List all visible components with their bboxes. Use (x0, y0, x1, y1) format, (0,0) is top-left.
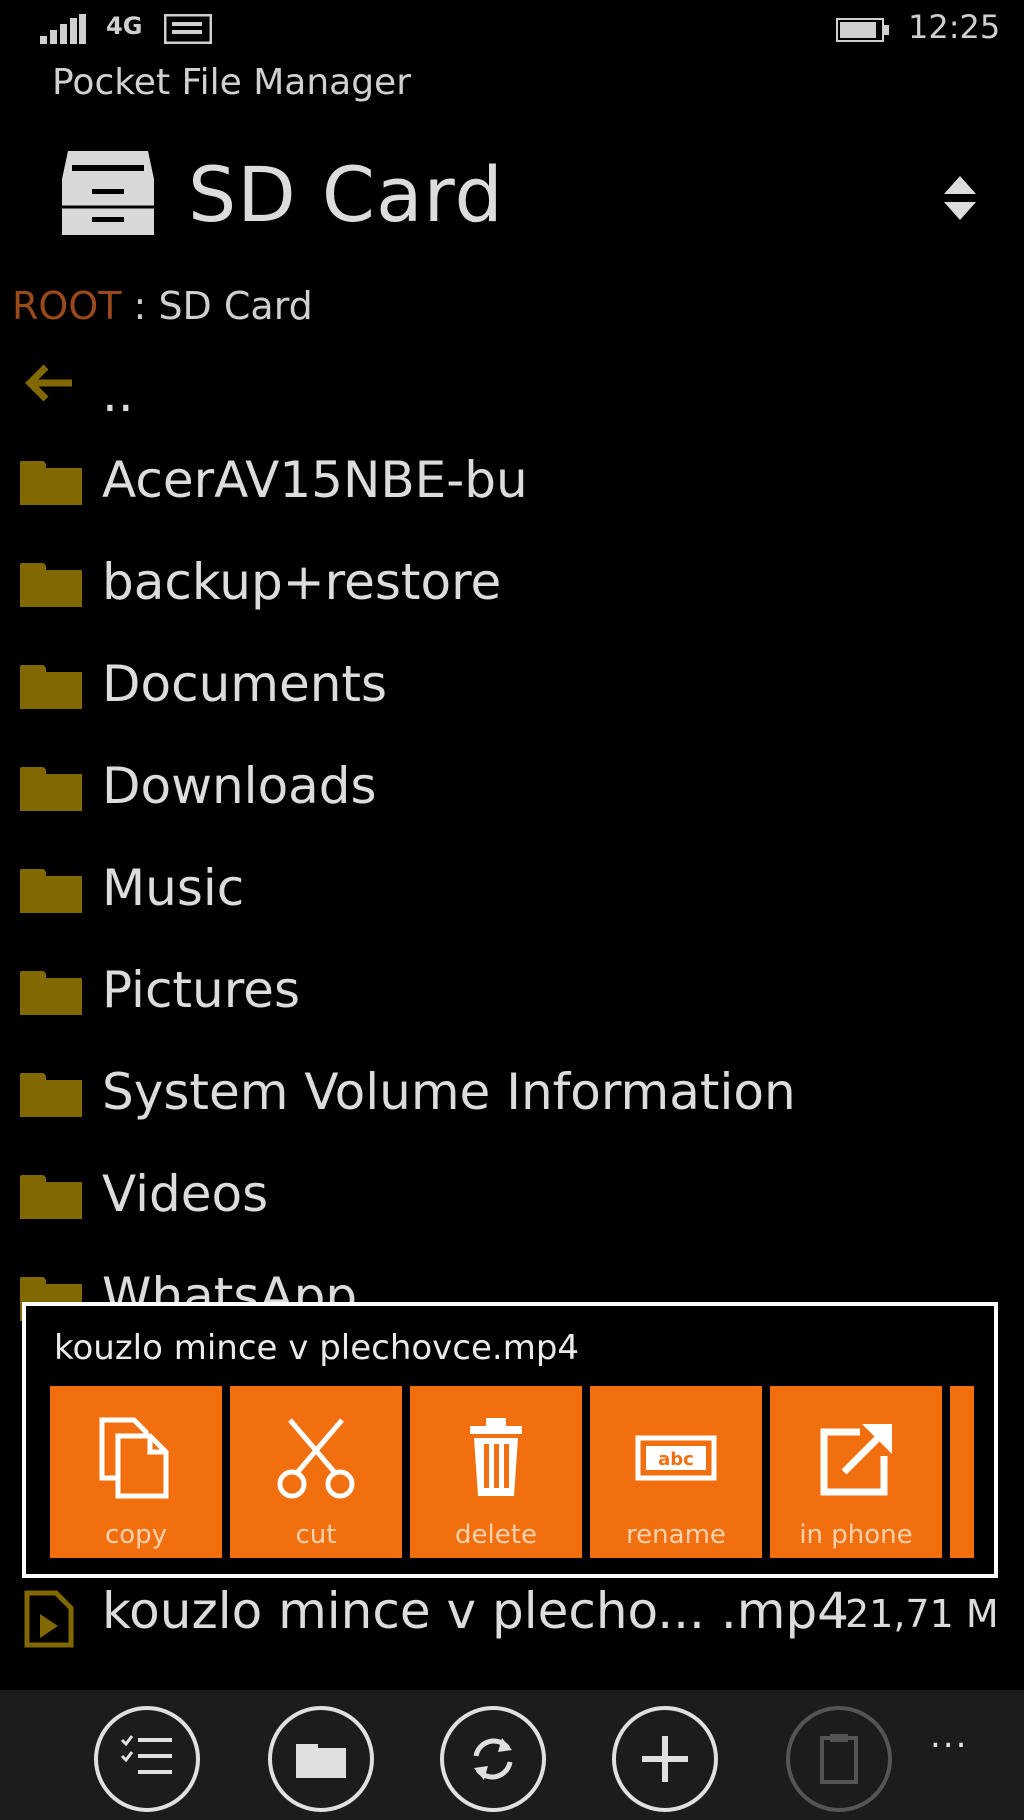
list-item-up[interactable]: .. (0, 345, 1024, 447)
folder-icon (20, 869, 82, 913)
list-item-folder[interactable]: Videos (0, 1151, 1024, 1253)
folder-icon (20, 1175, 82, 1219)
status-bar: 4G 12:25 (0, 0, 1024, 60)
list-item-label: .. (102, 365, 134, 423)
more-actions-partial[interactable] (950, 1386, 974, 1558)
list-item-label: Videos (102, 1165, 269, 1223)
action-label: rename (626, 1520, 726, 1550)
message-icon (164, 14, 212, 44)
app-title: Pocket File Manager (52, 62, 411, 103)
folder-icon (20, 971, 82, 1015)
context-menu-title: kouzlo mince v plechovce.mp4 (54, 1328, 580, 1368)
video-file-icon (24, 1590, 74, 1648)
list-item-folder[interactable]: AcerAV15NBE-bu (0, 437, 1024, 539)
file-size: 21,71 M (845, 1592, 999, 1636)
breadcrumb-root[interactable]: ROOT (12, 284, 121, 328)
breadcrumb: ROOT : SD Card (12, 284, 313, 328)
add-icon (642, 1736, 688, 1782)
app-bar: ... (0, 1690, 1024, 1820)
add-button[interactable] (612, 1706, 718, 1812)
open-in-phone-button[interactable]: in phone (770, 1386, 942, 1558)
folder-icon (20, 563, 82, 607)
new-folder-button[interactable] (268, 1706, 374, 1812)
list-item-folder[interactable]: Downloads (0, 743, 1024, 845)
scissors-icon (277, 1418, 355, 1499)
folder-icon (296, 1744, 346, 1778)
list-item-label: AcerAV15NBE-bu (102, 451, 528, 509)
clock: 12:25 (908, 8, 1001, 46)
context-menu: kouzlo mince v plechovce.mp4 copy cut de… (22, 1302, 998, 1578)
list-item-label: backup+restore (102, 553, 502, 611)
trash-icon (470, 1418, 522, 1496)
list-item-folder[interactable]: Pictures (0, 947, 1024, 1049)
cut-button[interactable]: cut (230, 1386, 402, 1558)
breadcrumb-path: SD Card (158, 284, 313, 328)
rename-icon: abc (635, 1435, 717, 1481)
svg-text:abc: abc (658, 1449, 694, 1470)
signal-icon (40, 14, 86, 44)
battery-icon (836, 18, 889, 42)
refresh-icon (473, 1738, 513, 1780)
select-list-button[interactable] (94, 1706, 200, 1812)
list-item-label: Music (102, 859, 245, 917)
list-item-folder[interactable]: Music (0, 845, 1024, 947)
paste-button[interactable] (786, 1706, 892, 1812)
copy-button[interactable]: copy (50, 1386, 222, 1558)
context-menu-actions: copy cut delete abc rename in phone (50, 1386, 974, 1558)
action-label: cut (295, 1520, 337, 1550)
folder-icon (20, 665, 82, 709)
list-item-label: System Volume Information (102, 1063, 796, 1121)
list-item-folder[interactable]: Documents (0, 641, 1024, 743)
network-type: 4G (106, 12, 143, 40)
delete-button[interactable]: delete (410, 1386, 582, 1558)
list-item-label: Downloads (102, 757, 377, 815)
file-name[interactable]: kouzlo mince v plecho... .mp4 (102, 1582, 849, 1640)
rename-button[interactable]: abc rename (590, 1386, 762, 1558)
back-arrow-icon (25, 364, 72, 402)
folder-icon (20, 767, 82, 811)
action-label: delete (455, 1520, 537, 1550)
sort-updown-icon[interactable] (940, 174, 980, 222)
breadcrumb-separator: : (133, 284, 147, 328)
list-item-label: Documents (102, 655, 388, 713)
folder-icon (20, 461, 82, 505)
paste-icon (820, 1734, 858, 1784)
open-external-icon (820, 1424, 892, 1496)
copy-icon (99, 1417, 169, 1499)
list-icon (120, 1735, 172, 1774)
drive-icon (62, 151, 154, 235)
list-item-folder[interactable]: System Volume Information (0, 1049, 1024, 1151)
action-label: in phone (799, 1520, 913, 1550)
more-menu-button[interactable]: ... (930, 1716, 968, 1756)
folder-icon (20, 1073, 82, 1117)
list-item-label: Pictures (102, 961, 300, 1019)
refresh-button[interactable] (440, 1706, 546, 1812)
action-label: copy (104, 1520, 168, 1550)
list-item-folder[interactable]: backup+restore (0, 539, 1024, 641)
location-title: SD Card (188, 150, 504, 239)
